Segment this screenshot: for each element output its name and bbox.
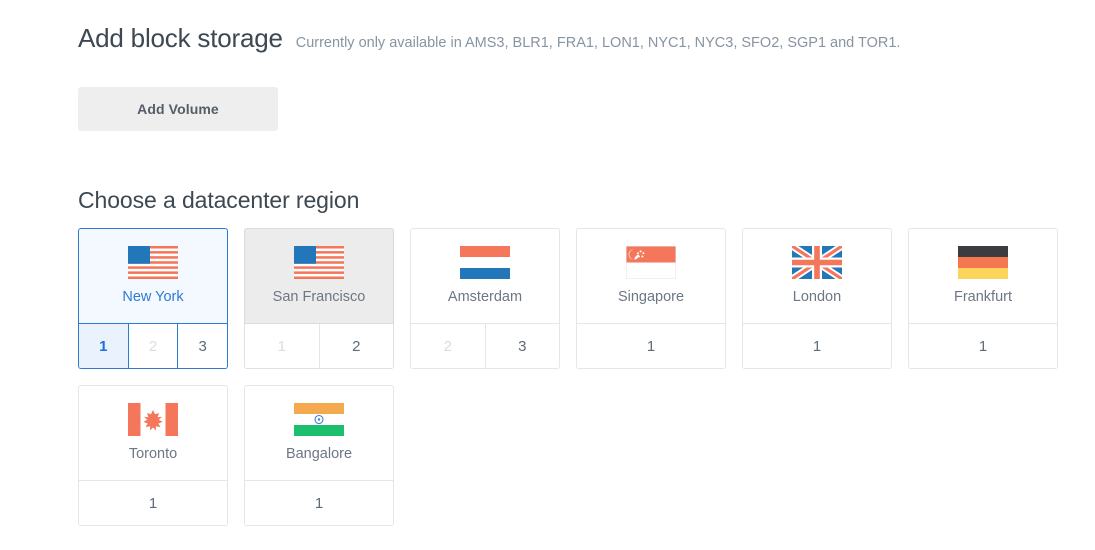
region-slot-row: 1	[908, 324, 1058, 369]
region-card[interactable]: Amsterdam 2 3	[410, 228, 560, 369]
region-slot-row: 23	[410, 324, 560, 369]
region-card-label: London	[792, 289, 842, 305]
region-slot-row: 123	[78, 324, 228, 369]
region-slot-row: 1	[78, 481, 228, 526]
region-card-top[interactable]: Frankfurt	[908, 228, 1058, 324]
region-card-top[interactable]: Amsterdam	[410, 228, 560, 324]
region-slot-row: 12	[244, 324, 394, 369]
region-slot-option[interactable]: 1	[79, 481, 227, 525]
region-slot-option[interactable]: 3	[484, 324, 559, 368]
region-card-top[interactable]: Bangalore	[244, 385, 394, 481]
flag-us-icon	[128, 246, 178, 279]
region-card-top[interactable]: San Francisco	[244, 228, 394, 324]
page-title: Add block storage	[78, 23, 283, 53]
region-slot-row: 1	[576, 324, 726, 369]
region-card-label: Frankfurt	[953, 289, 1012, 305]
region-card[interactable]: Singapore 1	[576, 228, 726, 369]
region-card-label: San Francisco	[272, 289, 366, 305]
region-slot-row: 1	[742, 324, 892, 369]
region-card[interactable]: San Francisco 1 2	[244, 228, 394, 369]
choose-region-heading: Choose a datacenter region	[78, 187, 360, 213]
add-block-storage-page: Add block storage Currently only availab…	[0, 0, 1095, 550]
flag-gb-icon	[792, 246, 842, 279]
region-card-label: New York	[122, 289, 184, 305]
region-slot-option[interactable]: 3	[177, 324, 227, 368]
region-slot-option[interactable]: 1	[79, 324, 128, 368]
flag-in-icon	[294, 403, 344, 436]
region-slot-option[interactable]: 1	[743, 324, 891, 368]
flag-us-icon	[294, 246, 344, 279]
add-volume-button[interactable]: Add Volume	[78, 87, 278, 131]
page-subtitle: Currently only available in AMS3, BLR1, …	[295, 35, 901, 51]
region-card-label: Amsterdam	[447, 289, 523, 305]
page-header: Add block storage Currently only availab…	[78, 22, 900, 54]
region-slot-option: 2	[127, 324, 178, 368]
region-card[interactable]: Frankfurt 1	[908, 228, 1058, 369]
flag-de-icon	[958, 246, 1008, 279]
region-slot-option[interactable]: 1	[909, 324, 1057, 368]
region-slot-row: 1	[244, 481, 394, 526]
region-card-top[interactable]: New York	[78, 228, 228, 324]
flag-sg-icon	[626, 246, 676, 279]
region-card-top[interactable]: London	[742, 228, 892, 324]
region-card-top[interactable]: Singapore	[576, 228, 726, 324]
region-card-label: Bangalore	[285, 446, 353, 462]
flag-nl-icon	[460, 246, 510, 279]
region-card[interactable]: London 1	[742, 228, 892, 369]
flag-ca-icon	[128, 403, 178, 436]
region-card[interactable]: New York 1 2 3	[78, 228, 228, 369]
region-slot-option: 1	[245, 324, 319, 368]
region-card-label: Toronto	[128, 446, 178, 462]
region-card[interactable]: Bangalore 1	[244, 385, 394, 526]
region-card-label: Singapore	[617, 289, 685, 305]
region-slot-option[interactable]: 1	[245, 481, 393, 525]
region-slot-option[interactable]: 1	[577, 324, 725, 368]
region-slot-option[interactable]: 2	[318, 324, 393, 368]
region-card-top[interactable]: Toronto	[78, 385, 228, 481]
region-card[interactable]: Toronto 1	[78, 385, 228, 526]
region-slot-option: 2	[411, 324, 485, 368]
region-grid: New York 1 2 3 San Francisco 1 2 Amsterdam 2 3 Sin…	[78, 228, 1078, 526]
